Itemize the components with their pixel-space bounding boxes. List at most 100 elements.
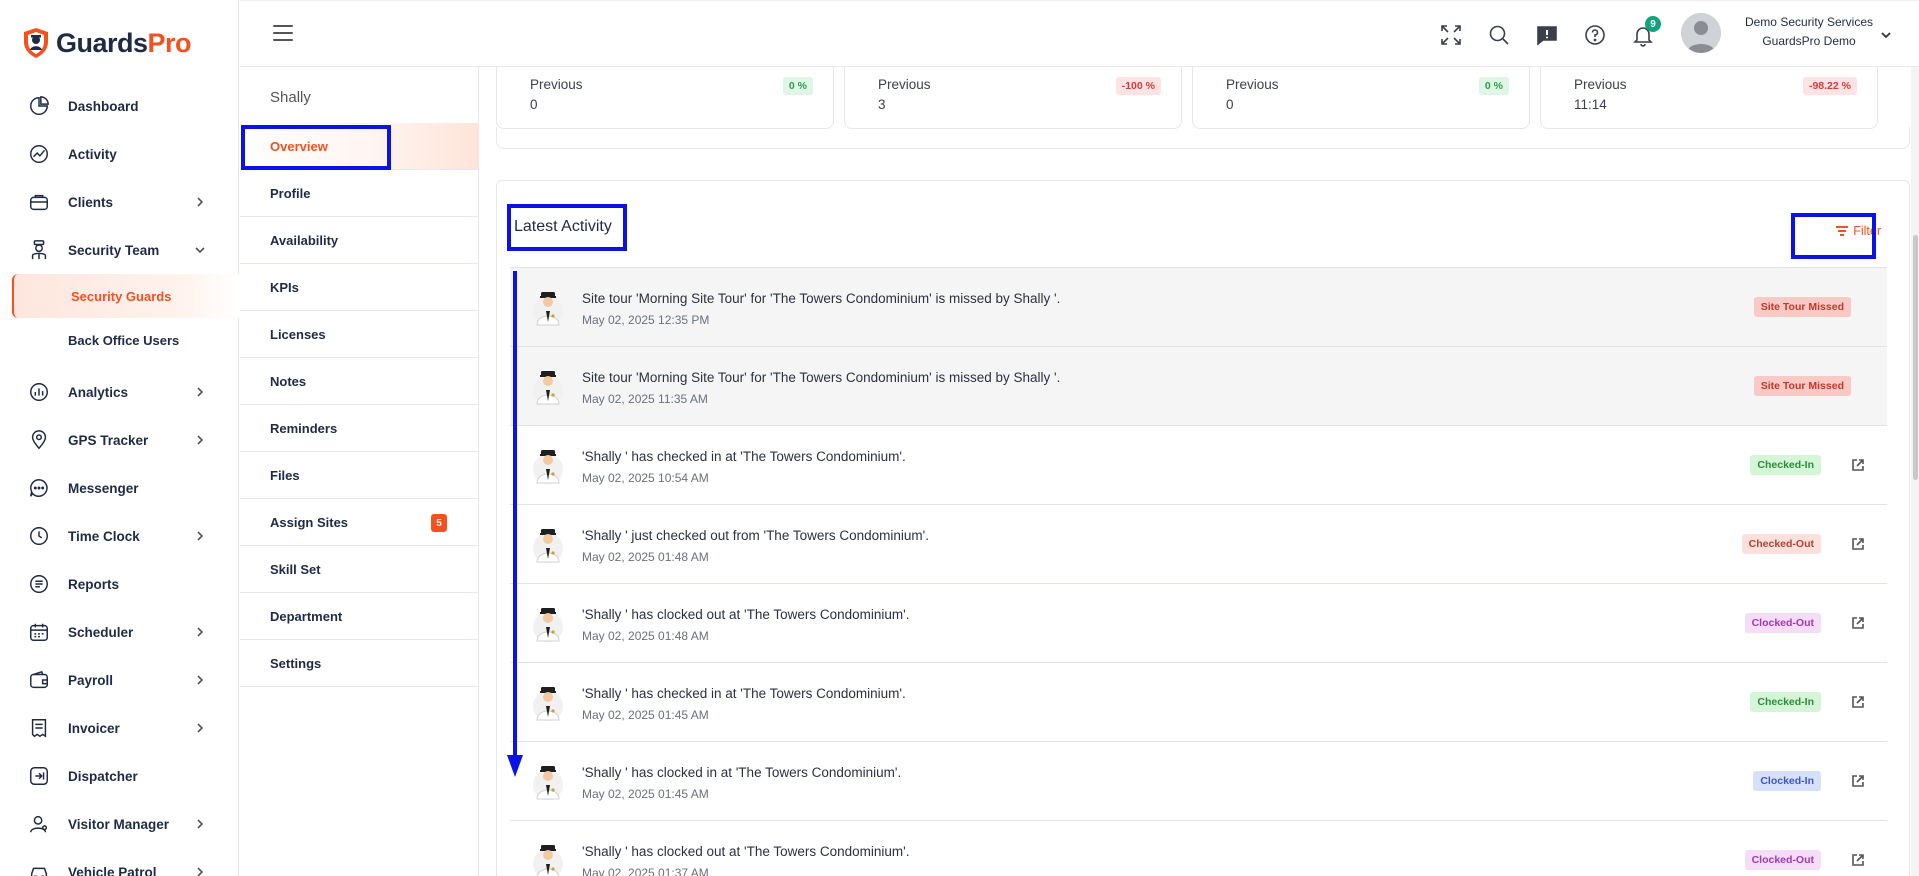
sidebar-subitem-back-office-users[interactable]: Back Office Users (0, 318, 239, 362)
guard-avatar-icon (532, 289, 564, 327)
guard-avatar-icon (532, 368, 564, 406)
activity-row[interactable]: 'Shally ' has clocked in at 'The Towers … (510, 741, 1887, 820)
activity-row[interactable]: Site tour 'Morning Site Tour' for 'The T… (510, 346, 1887, 425)
brand-logo[interactable]: GuardsPro (22, 26, 192, 60)
user-org[interactable]: GuardsPro Demo (1729, 34, 1889, 48)
sidebar-item-activity[interactable]: Activity (0, 130, 239, 178)
chevron-right-icon (193, 721, 207, 735)
guard-avatar-icon (532, 842, 564, 876)
chevron-right-icon (193, 195, 207, 209)
sidebar-item-dashboard[interactable]: Dashboard (0, 82, 239, 130)
sidebar-item-gps-tracker[interactable]: GPS Tracker (0, 416, 239, 464)
submenu-item-licenses[interactable]: Licenses (240, 311, 479, 358)
wallet-icon (28, 669, 50, 691)
sidebar-item-dispatcher[interactable]: Dispatcher (0, 752, 239, 800)
submenu-item-label: Reminders (270, 420, 338, 436)
chevron-down-icon[interactable] (1879, 28, 1893, 42)
activity-timestamp: May 02, 2025 10:54 AM (582, 471, 709, 485)
activity-row[interactable]: 'Shally ' just checked out from 'The Tow… (510, 504, 1887, 583)
visitor-icon (28, 813, 50, 835)
chevron-right-icon (193, 433, 207, 447)
filter-button[interactable]: Filter (1835, 220, 1881, 242)
activity-status-badge: Site Tour Missed (1753, 297, 1851, 317)
guard-avatar-icon (532, 526, 564, 564)
submenu-item-overview[interactable]: Overview (240, 123, 479, 170)
sidebar-item-reports[interactable]: Reports (0, 560, 239, 608)
submenu-item-label: Licenses (270, 326, 326, 342)
help-icon[interactable] (1583, 23, 1607, 47)
guard-submenu-list: Overview Profile Availability KPIs Licenses N… (240, 123, 479, 687)
submenu-item-skill-set[interactable]: Skill Set (240, 546, 479, 593)
stat-change-badge: 0 % (782, 77, 813, 95)
external-link-icon[interactable] (1851, 537, 1865, 551)
sidebar-item-invoicer[interactable]: Invoicer (0, 704, 239, 752)
assigned-sites-count-badge: 5 (431, 514, 447, 532)
activity-message: Site tour 'Morning Site Tour' for 'The T… (582, 370, 1061, 385)
search-icon[interactable] (1487, 23, 1511, 47)
sidebar-item-scheduler[interactable]: Scheduler (0, 608, 239, 656)
stat-card: Previous 0 0 % (496, 67, 834, 129)
menu-toggle-icon[interactable] (273, 25, 293, 43)
submenu-item-label: Profile (270, 185, 311, 201)
stat-label: Previous (530, 77, 583, 92)
sidebar-item-time-clock[interactable]: Time Clock (0, 512, 239, 560)
sidebar-item-security-team[interactable]: Security Team (0, 226, 239, 274)
stat-card: Previous 3 -100 % (844, 67, 1182, 129)
activity-message: 'Shally ' has checked in at 'The Towers … (582, 449, 906, 464)
top-header: 9 Demo Security Services GuardsPro Demo (240, 0, 1919, 67)
external-link-icon[interactable] (1851, 458, 1865, 472)
sidebar-item-messenger[interactable]: Messenger (0, 464, 239, 512)
notification-bell-icon[interactable]: 9 (1631, 16, 1661, 47)
sidebar-item-payroll[interactable]: Payroll (0, 656, 239, 704)
activity-row[interactable]: 'Shally ' has clocked out at 'The Towers… (510, 583, 1887, 662)
latest-activity-card: Latest Activity Filter Site tour 'Mornin… (496, 180, 1910, 876)
sidebar-item-clients[interactable]: Clients (0, 178, 239, 226)
external-link-icon[interactable] (1851, 695, 1865, 709)
submenu-item-label: Notes (270, 373, 307, 389)
chevron-right-icon (193, 673, 207, 687)
submenu-item-label: Overview (270, 138, 328, 154)
activity-row[interactable]: 'Shally ' has checked in at 'The Towers … (510, 425, 1887, 504)
activity-status-badge: Clocked-In (1753, 771, 1821, 791)
submenu-item-reminders[interactable]: Reminders (240, 405, 479, 452)
guard-avatar-icon (532, 447, 564, 485)
activity-timestamp: May 02, 2025 11:35 AM (582, 392, 708, 406)
submenu-item-assign-sites[interactable]: Assign Sites 5 (240, 499, 479, 546)
activity-status-badge: Checked-In (1750, 692, 1821, 712)
stat-label: Previous (1226, 77, 1279, 92)
submenu-item-settings[interactable]: Settings (240, 640, 479, 687)
submenu-item-files[interactable]: Files (240, 452, 479, 499)
submenu-item-notes[interactable]: Notes (240, 358, 479, 405)
sidebar-item-vehicle-patrol[interactable]: Vehicle Patrol (0, 848, 239, 876)
user-avatar[interactable] (1681, 13, 1721, 53)
user-name[interactable]: Demo Security Services (1729, 15, 1889, 29)
external-link-icon[interactable] (1851, 616, 1865, 630)
activity-status-badge: Checked-Out (1741, 534, 1821, 554)
sidebar-item-analytics[interactable]: Analytics (0, 368, 239, 416)
external-link-icon[interactable] (1851, 853, 1865, 867)
submenu-item-profile[interactable]: Profile (240, 170, 479, 217)
sidebar-subitem-security-guards[interactable]: Security Guards (12, 274, 239, 318)
activity-row[interactable]: 'Shally ' has checked in at 'The Towers … (510, 662, 1887, 741)
external-link-icon[interactable] (1851, 774, 1865, 788)
activity-list: Site tour 'Morning Site Tour' for 'The T… (510, 267, 1887, 876)
feedback-icon[interactable] (1535, 23, 1559, 47)
fullscreen-icon[interactable] (1439, 23, 1463, 47)
sidebar-nav: Dashboard Activity Clients Security Team… (0, 82, 239, 876)
submenu-item-kpis[interactable]: KPIs (240, 264, 479, 311)
reports-icon (28, 573, 50, 595)
sidebar-item-visitor-manager[interactable]: Visitor Manager (0, 800, 239, 848)
stat-value: 0 (1226, 97, 1234, 112)
gps-icon (28, 429, 50, 451)
activity-status-badge: Clocked-Out (1744, 613, 1821, 633)
activity-icon (28, 143, 50, 165)
page-scrollbar[interactable] (1911, 67, 1919, 876)
submenu-item-label: KPIs (270, 279, 299, 295)
chevron-right-icon (193, 817, 207, 831)
submenu-item-department[interactable]: Department (240, 593, 479, 640)
submenu-item-availability[interactable]: Availability (240, 217, 479, 264)
activity-row[interactable]: 'Shally ' has clocked out at 'The Towers… (510, 820, 1887, 876)
activity-row[interactable]: Site tour 'Morning Site Tour' for 'The T… (510, 267, 1887, 346)
scrollbar-thumb[interactable] (1913, 235, 1918, 480)
chevron-down-icon (193, 243, 207, 257)
